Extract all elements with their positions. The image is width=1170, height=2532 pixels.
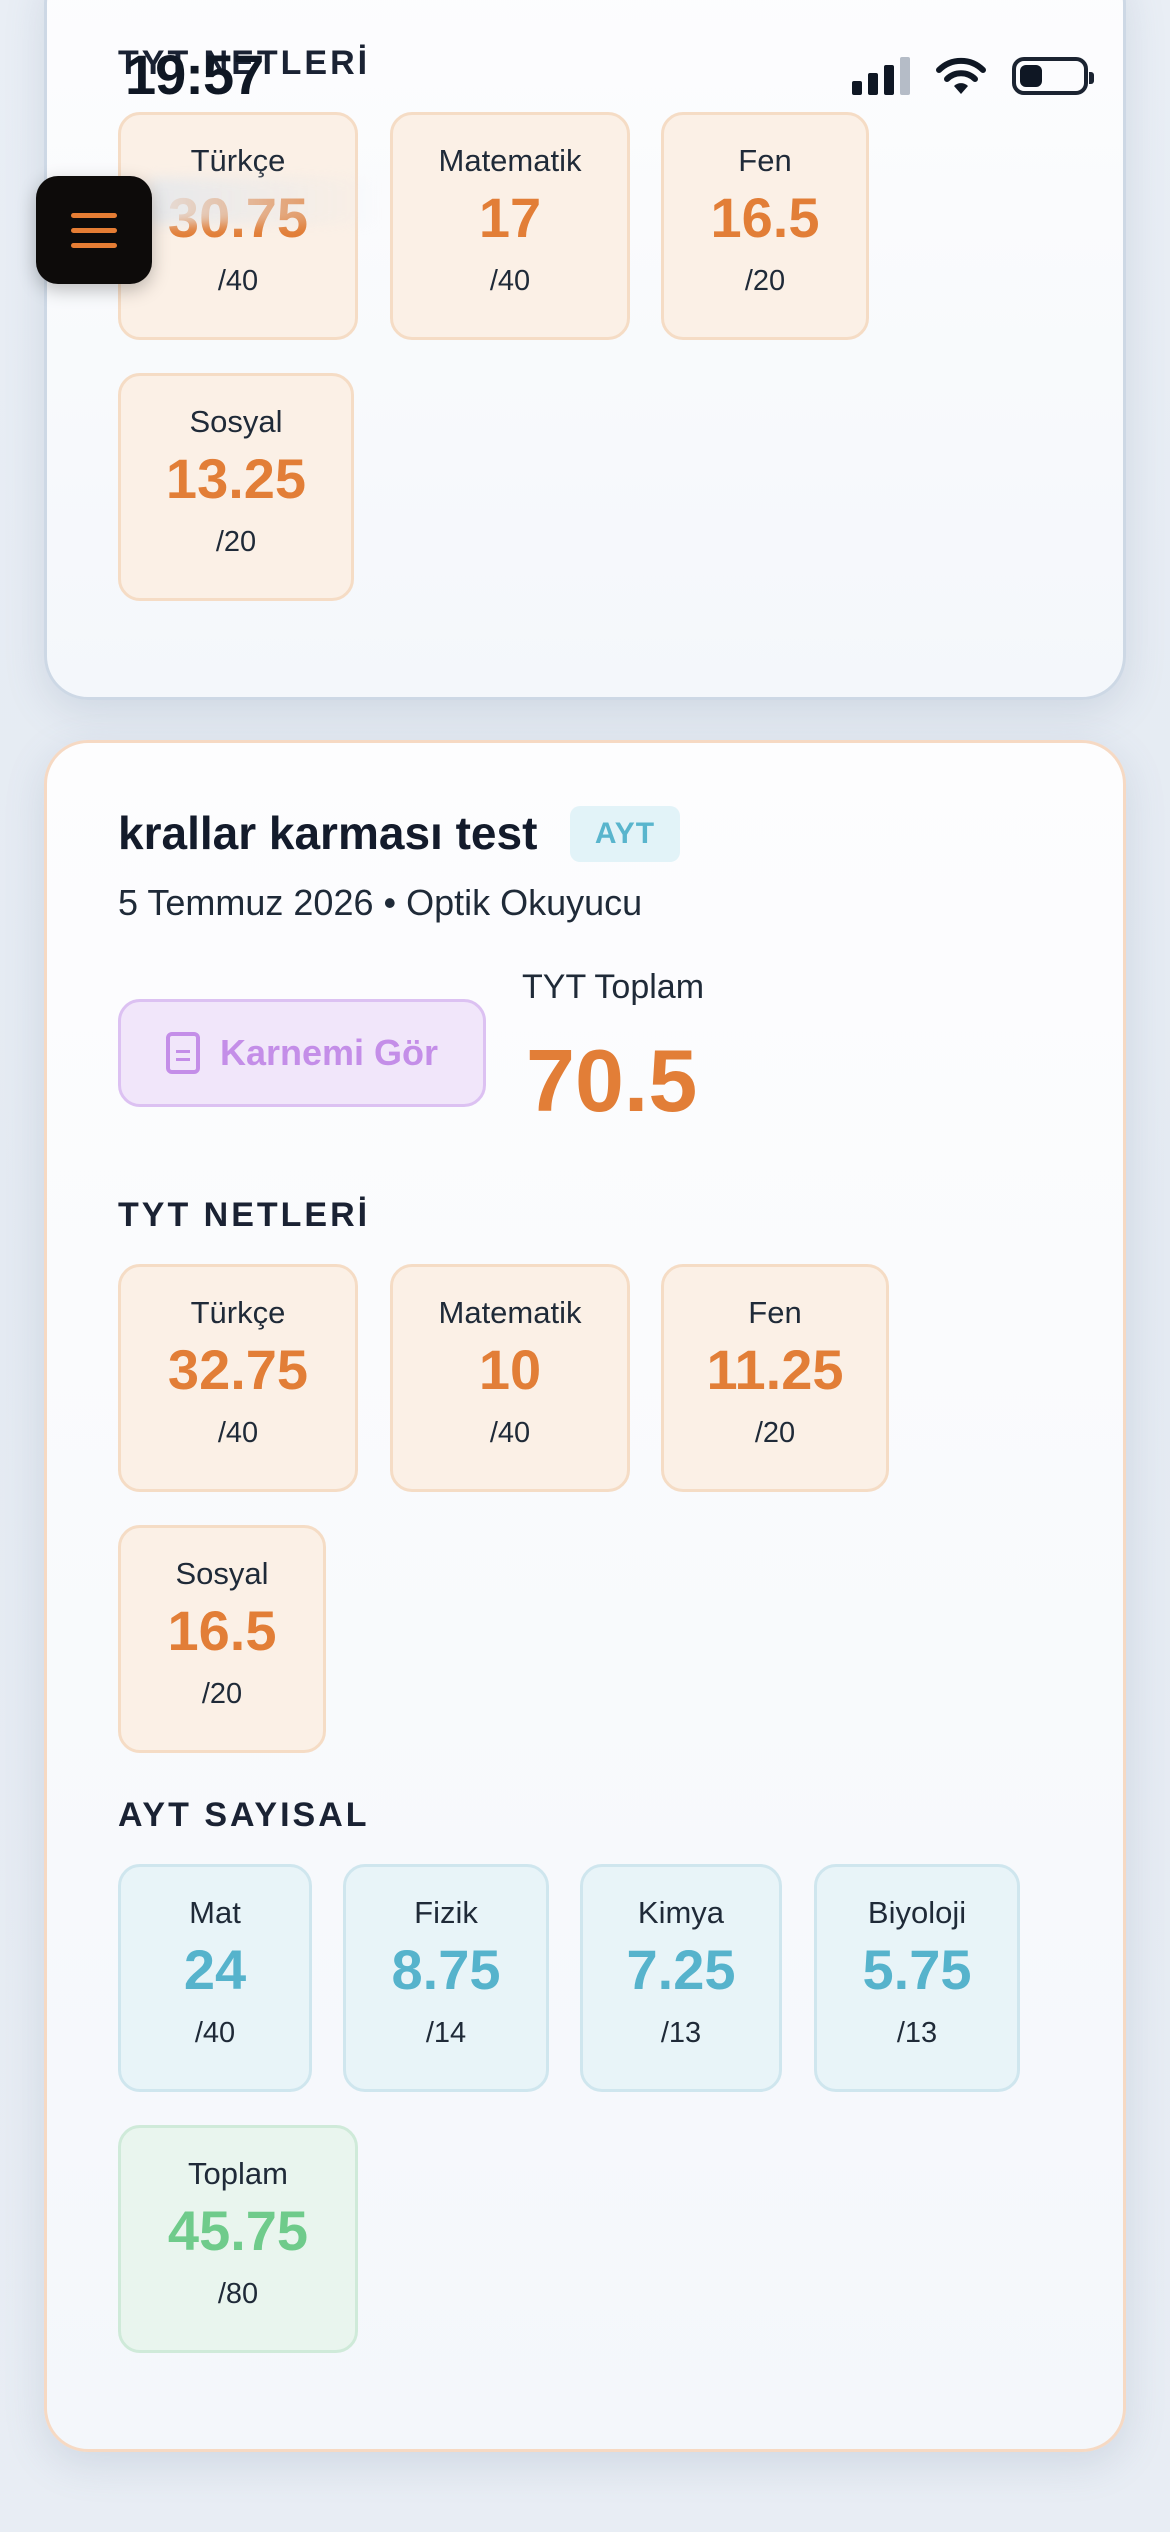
net-tile-sosyal: Sosyal 13.25 /20: [118, 373, 354, 601]
net-tile-turkce: Türkçe 30.75 /40: [118, 112, 358, 340]
cellular-signal-icon: [852, 57, 910, 95]
exam-meta: 5 Temmuz 2026 • Optik Okuyucu: [118, 882, 643, 923]
status-time: 19:57: [125, 43, 264, 106]
net-tile-mat: Mat 24 /40: [118, 1864, 312, 2092]
net-tile-sosyal: Sosyal 16.5 /20: [118, 1525, 326, 1753]
menu-button[interactable]: [36, 176, 152, 284]
tyt-section-title: TYT NETLERİ: [118, 1196, 371, 1234]
status-icons: [852, 56, 1094, 96]
battery-icon: [1012, 57, 1094, 95]
wifi-icon: [936, 57, 986, 94]
net-tile-biyoloji: Biyoloji 5.75 /13: [814, 1864, 1020, 2092]
tyt-total-value: 70.5: [526, 1031, 698, 1130]
net-tile-kimya: Kimya 7.25 /13: [580, 1864, 782, 2092]
report-card-button[interactable]: Karnemi Gör: [118, 999, 486, 1107]
exam-title: krallar karması test: [118, 807, 538, 859]
net-tile-fizik: Fizik 8.75 /14: [343, 1864, 549, 2092]
net-tile-fen: Fen 11.25 /20: [661, 1264, 889, 1492]
net-tile-toplam: Toplam 45.75 /80: [118, 2125, 358, 2353]
report-card-button-label: Karnemi Gör: [219, 1032, 439, 1073]
exam-type-badge: AYT: [570, 806, 680, 862]
net-tile-turkce: Türkçe 32.75 /40: [118, 1264, 358, 1492]
hamburger-icon: [71, 212, 117, 218]
ayt-section-title: AYT SAYISAL: [118, 1796, 370, 1834]
net-tile-fen: Fen 16.5 /20: [661, 112, 869, 340]
document-icon: [165, 1032, 200, 1074]
blur-overlay: [150, 178, 380, 224]
net-tile-matematik: Matematik 17 /40: [390, 112, 630, 340]
tyt-total-label: TYT Toplam: [522, 968, 705, 1006]
net-tile-matematik: Matematik 10 /40: [390, 1264, 630, 1492]
